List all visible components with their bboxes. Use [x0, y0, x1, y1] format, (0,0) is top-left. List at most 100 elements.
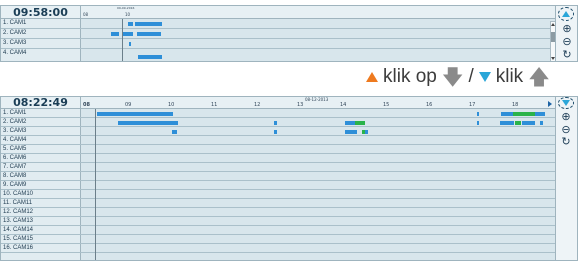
recording-segment[interactable] — [118, 121, 178, 125]
recording-segment[interactable] — [535, 112, 545, 116]
playback-cursor[interactable] — [122, 19, 123, 61]
channel-row[interactable]: 11. CAM11 — [1, 199, 557, 208]
channel-label: 4. CAM4 — [3, 50, 27, 56]
channel-label: 5. CAM5 — [3, 146, 27, 152]
recording-segment[interactable] — [477, 112, 479, 116]
recording-segment[interactable] — [477, 121, 479, 125]
channel-row[interactable]: 3. CAM3 — [1, 39, 557, 49]
recording-segment[interactable] — [274, 121, 277, 125]
channel-row[interactable]: 13. CAM13 — [1, 217, 557, 226]
zoom-in-icon[interactable]: ⊕ — [560, 24, 574, 35]
channel-row[interactable]: 10. CAM10 — [1, 190, 557, 199]
expand-button[interactable] — [558, 97, 574, 109]
ruler-tick: 14 — [340, 102, 347, 108]
channel-label: 3. CAM3 — [3, 128, 27, 134]
legend-text-1: klik op — [383, 66, 437, 87]
recording-segment[interactable] — [540, 121, 543, 125]
ruler-tick: 16 — [426, 102, 433, 108]
channel-row[interactable]: 4. CAM4 — [1, 136, 557, 145]
recording-segment[interactable] — [501, 112, 513, 116]
channel-label: 14. CAM14 — [3, 227, 34, 233]
channel-label: 3. CAM3 — [3, 40, 27, 46]
zoom-controls: ⊕ ⊖ ↻ — [555, 6, 577, 61]
ruler-tick: 11 — [211, 102, 218, 108]
recording-segment[interactable] — [128, 22, 133, 26]
current-time: 09:58:00 — [1, 6, 81, 19]
recording-segment[interactable] — [97, 112, 173, 116]
channel-row[interactable]: 7. CAM7 — [1, 163, 557, 172]
channel-label: 6. CAM6 — [3, 155, 27, 161]
channel-row[interactable]: 1. CAM1 — [1, 109, 557, 118]
channel-row[interactable]: 2. CAM2 — [1, 29, 557, 39]
channel-row[interactable]: 8. CAM8 — [1, 172, 557, 181]
channel-label: 16. CAM16 — [3, 245, 34, 251]
recording-segment[interactable] — [274, 130, 277, 134]
channel-row[interactable]: 9. CAM9 — [1, 181, 557, 190]
timeline-panel-small: 09:58:00 09-09-2016 08 10 1. CAM1 2. CAM… — [0, 5, 578, 62]
channel-label: 10. CAM10 — [3, 191, 34, 197]
channel-label: 13. CAM13 — [3, 218, 34, 224]
refresh-icon[interactable]: ↻ — [560, 50, 574, 61]
recording-segment[interactable] — [500, 121, 514, 125]
collapse-up-icon — [562, 11, 570, 17]
ruler-date: 08-12-2013 — [305, 97, 329, 102]
channel-row[interactable]: 3. CAM3 — [1, 127, 557, 136]
channel-row[interactable]: 4. CAM4 — [1, 49, 557, 61]
ruler-tick: 17 — [469, 102, 476, 108]
recording-segment[interactable] — [345, 121, 355, 125]
ruler-date: 09-09-2016 — [117, 6, 135, 10]
channel-row[interactable]: 2. CAM2 — [1, 118, 557, 127]
orange-triangle-up-icon — [366, 72, 378, 82]
channel-label: 2. CAM2 — [3, 30, 27, 36]
zoom-controls: ⊕ ⊖ ↻ — [555, 97, 577, 260]
channel-label: 15. CAM15 — [3, 236, 34, 242]
zoom-out-icon[interactable]: ⊖ — [559, 125, 573, 136]
refresh-icon[interactable]: ↻ — [559, 137, 573, 148]
blue-triangle-down-icon — [478, 72, 491, 82]
channel-row[interactable]: 15. CAM15 — [1, 235, 557, 244]
channel-row[interactable]: 12. CAM12 — [1, 208, 557, 217]
legend-text-2: klik — [495, 66, 524, 87]
event-segment[interactable] — [513, 112, 535, 116]
recording-segment[interactable] — [522, 121, 535, 125]
playback-cursor[interactable] — [95, 109, 96, 260]
recording-segment[interactable] — [111, 32, 119, 36]
channel-label: 4. CAM4 — [3, 137, 27, 143]
channel-row[interactable]: 14. CAM14 — [1, 226, 557, 235]
channel-row[interactable]: 5. CAM5 — [1, 145, 557, 154]
channel-row[interactable]: 6. CAM6 — [1, 154, 557, 163]
channel-label: 8. CAM8 — [3, 173, 27, 179]
recording-segment[interactable] — [172, 130, 177, 134]
channel-label: 1. CAM1 — [3, 110, 27, 116]
ruler-tick: 10 — [125, 12, 131, 17]
current-time: 08:22:49 — [1, 97, 81, 109]
recording-segment[interactable] — [137, 32, 161, 36]
ruler-tick: 09 — [125, 102, 132, 108]
recording-segment[interactable] — [123, 32, 133, 36]
channel-label: 2. CAM2 — [3, 119, 27, 125]
channel-label: 9. CAM9 — [3, 182, 27, 188]
channel-row[interactable]: 1. CAM1 — [1, 19, 557, 29]
expand-down-icon — [562, 100, 570, 106]
timeline-panel-large: 08:22:49 08-12-2013 08 09 10 11 12 13 14… — [0, 96, 578, 261]
ruler-tick: 10 — [168, 102, 175, 108]
recording-segment[interactable] — [129, 42, 131, 46]
event-segment[interactable] — [355, 121, 365, 125]
legend-separator: / — [468, 66, 474, 87]
zoom-in-icon[interactable]: ⊕ — [559, 112, 573, 123]
ruler-next-arrow[interactable] — [548, 101, 552, 107]
channel-label: 12. CAM12 — [3, 209, 34, 215]
ruler-tick: 15 — [383, 102, 390, 108]
arrow-up-icon: 🡅 — [528, 65, 550, 89]
recording-segment[interactable] — [365, 130, 368, 134]
collapse-button[interactable] — [558, 7, 574, 21]
zoom-out-icon[interactable]: ⊖ — [560, 37, 574, 48]
ruler-tick: 08 — [83, 12, 89, 17]
recording-segment[interactable] — [135, 22, 162, 26]
channel-row[interactable]: 16. CAM16 — [1, 244, 557, 253]
event-segment[interactable] — [515, 121, 521, 125]
channel-label: 7. CAM7 — [3, 164, 27, 170]
recording-segment[interactable] — [345, 130, 357, 134]
recording-segment[interactable] — [138, 55, 162, 59]
arrow-down-icon: 🡇 — [441, 65, 464, 89]
